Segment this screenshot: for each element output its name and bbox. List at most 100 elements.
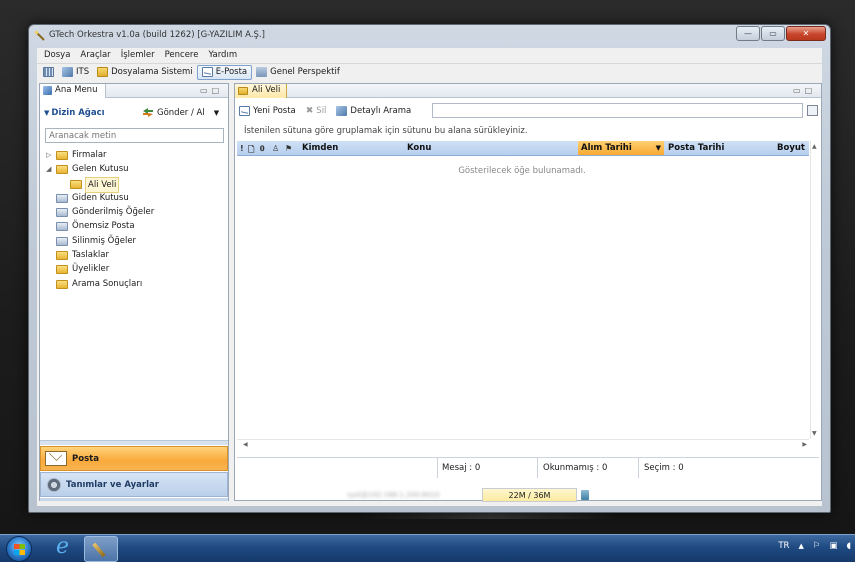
document-icon[interactable]: 🗋 xyxy=(248,144,254,158)
folder-icon xyxy=(70,179,82,189)
junk-mail-icon xyxy=(56,222,68,232)
nav-splitter[interactable] xyxy=(40,440,228,445)
panel-maximize-icon[interactable]: □ xyxy=(805,86,813,95)
tab-ali-veli[interactable]: Ali Veli xyxy=(235,84,287,98)
delete-icon: ✖ xyxy=(305,106,314,116)
memory-indicator: 22M / 36M xyxy=(482,488,577,502)
search-icon xyxy=(336,106,348,116)
language-indicator[interactable]: TR xyxy=(778,541,789,551)
volume-icon[interactable]: ◖ xyxy=(847,541,851,551)
tree-item-taslaklar[interactable]: Taslaklar xyxy=(46,248,226,262)
column-alim-tarihi[interactable]: Alım Tarihi ▼ xyxy=(578,141,664,155)
collapse-icon[interactable]: ◢ xyxy=(46,162,54,176)
tree-label: Üyelikler xyxy=(72,264,110,275)
tree-search-input[interactable] xyxy=(45,128,224,143)
tab-ali-veli-label: Ali Veli xyxy=(252,85,281,95)
tree-item-silinmis[interactable]: Silinmiş Öğeler xyxy=(46,234,226,248)
column-kimden[interactable]: Kimden xyxy=(302,143,338,153)
toolbar-eposta-button[interactable]: E-Posta xyxy=(196,64,253,80)
garbage-collect-icon[interactable] xyxy=(581,490,589,500)
dizin-header: ▼ Dizin Ağacı Gönder / Al ▼ xyxy=(44,102,226,124)
menu-yardim[interactable]: Yardım xyxy=(203,48,242,62)
menu-dosya[interactable]: Dosya xyxy=(39,48,75,62)
attachment-icon[interactable]: 𝟎 xyxy=(260,144,264,154)
collapse-arrow-icon[interactable]: ▼ xyxy=(44,109,49,117)
windows-logo-icon xyxy=(14,544,25,555)
mail-icon xyxy=(201,67,213,77)
show-hidden-icons-icon[interactable]: ▲ xyxy=(798,542,803,550)
column-posta-tarihi[interactable]: Posta Tarihi xyxy=(668,143,724,153)
wand-icon xyxy=(34,30,45,41)
flag-icon[interactable]: ⚑ xyxy=(285,144,292,153)
toolbar-perspektif-button[interactable]: Genel Perspektif xyxy=(252,65,344,80)
toolbar-grid-button[interactable] xyxy=(39,65,58,80)
flag-icon[interactable]: ⚐ xyxy=(813,541,821,551)
maximize-button[interactable]: ▭ xyxy=(761,26,785,41)
close-button[interactable]: ✕ xyxy=(786,26,826,41)
menu-bar: Dosya Araçlar İşlemler Pencere Yardım xyxy=(37,48,822,62)
panel-maximize-icon[interactable]: □ xyxy=(212,86,220,95)
tree-item-arama-sonuclari[interactable]: Arama Sonuçları xyxy=(46,277,226,291)
horizontal-scrollbar[interactable]: ◀ ▶ xyxy=(237,439,809,449)
tree-label: Taslaklar xyxy=(72,250,109,261)
status-messages: Mesaj : 0 xyxy=(442,463,481,473)
tree-item-gonderilmis[interactable]: Gönderilmiş Öğeler xyxy=(46,205,226,219)
status-unread: Okunmamış : 0 xyxy=(543,463,608,473)
tree-item-gelen-kutusu[interactable]: ◢ Gelen Kutusu xyxy=(46,162,226,176)
tree-item-giden-kutusu[interactable]: Giden Kutusu xyxy=(46,191,226,205)
envelope-icon xyxy=(45,451,67,466)
nav-settings-button[interactable]: Tanımlar ve Ayarlar xyxy=(40,472,228,497)
toolbar-dosyalama-label: Dosyalama Sistemi xyxy=(111,67,193,77)
nav-settings-label: Tanımlar ve Ayarlar xyxy=(66,479,159,490)
tree-item-ali-veli[interactable]: Ali Veli xyxy=(46,176,226,193)
tree-item-onemsiz[interactable]: Önemsiz Posta xyxy=(46,219,226,233)
send-receive-button[interactable]: Gönder / Al ▼ xyxy=(142,107,219,118)
menu-islemler[interactable]: İşlemler xyxy=(116,48,160,62)
mail-search-input[interactable] xyxy=(432,103,803,118)
tree-item-firmalar[interactable]: ▷ Firmalar xyxy=(46,148,226,162)
new-mail-button[interactable]: Yeni Posta xyxy=(239,106,296,116)
scroll-right-icon[interactable]: ▶ xyxy=(802,441,807,448)
network-icon[interactable]: ▣ xyxy=(829,541,837,551)
menu-araclar[interactable]: Araçlar xyxy=(75,48,115,62)
taskbar-internet-explorer[interactable]: e xyxy=(48,534,82,562)
inbox-folder-icon xyxy=(56,165,68,175)
outbox-icon xyxy=(56,193,68,203)
status-separator xyxy=(537,458,538,478)
scroll-down-icon[interactable]: ▼ xyxy=(812,430,817,437)
folder-icon xyxy=(56,151,68,160)
panel-minimize-icon[interactable]: ▭ xyxy=(200,86,208,95)
tree-item-uyelikler[interactable]: Üyelikler xyxy=(46,262,226,276)
column-boyut[interactable]: Boyut xyxy=(777,143,805,153)
new-mail-icon xyxy=(239,106,250,116)
scroll-left-icon[interactable]: ◀ xyxy=(243,441,248,448)
nav-posta-button[interactable]: Posta xyxy=(40,446,228,471)
perspective-icon xyxy=(256,67,268,77)
detailed-search-button[interactable]: Detaylı Arama xyxy=(336,106,411,116)
toolbar-its-button[interactable]: ITS xyxy=(58,65,93,80)
drafts-icon xyxy=(56,251,68,261)
tab-ana-menu[interactable]: Ana Menu xyxy=(40,84,106,98)
minimize-button[interactable]: — xyxy=(736,26,760,41)
panel-minimize-icon[interactable]: ▭ xyxy=(793,86,801,95)
taskbar-orkestra[interactable] xyxy=(84,536,118,562)
gear-icon xyxy=(47,477,61,492)
chevron-down-icon[interactable]: ▼ xyxy=(214,109,219,117)
priority-column-icon[interactable]: ! xyxy=(240,144,244,153)
tree-label: Gönderilmiş Öğeler xyxy=(72,207,155,218)
contact-icon[interactable]: ♙ xyxy=(272,144,279,153)
column-konu[interactable]: Konu xyxy=(407,143,431,153)
title-bar[interactable]: GTech Orkestra v1.0a (build 1262) [G-YAZ… xyxy=(29,25,830,47)
folder-tree: ▷ Firmalar ◢ Gelen Kutusu Ali Veli Giden… xyxy=(46,148,226,291)
menu-pencere[interactable]: Pencere xyxy=(160,48,204,62)
expand-icon[interactable]: ▷ xyxy=(46,148,54,162)
wand-icon xyxy=(92,542,106,558)
toolbar-dosyalama-button[interactable]: Dosyalama Sistemi xyxy=(93,65,197,80)
tab-ana-menu-label: Ana Menu xyxy=(55,85,98,95)
scroll-up-icon[interactable]: ▲ xyxy=(812,143,817,150)
search-clear-icon[interactable] xyxy=(807,105,818,116)
send-receive-icon xyxy=(143,108,153,117)
vertical-scrollbar[interactable]: ▲ ▼ xyxy=(810,141,819,439)
delete-button[interactable]: ✖ Sil xyxy=(306,106,327,116)
start-button[interactable] xyxy=(6,536,32,562)
